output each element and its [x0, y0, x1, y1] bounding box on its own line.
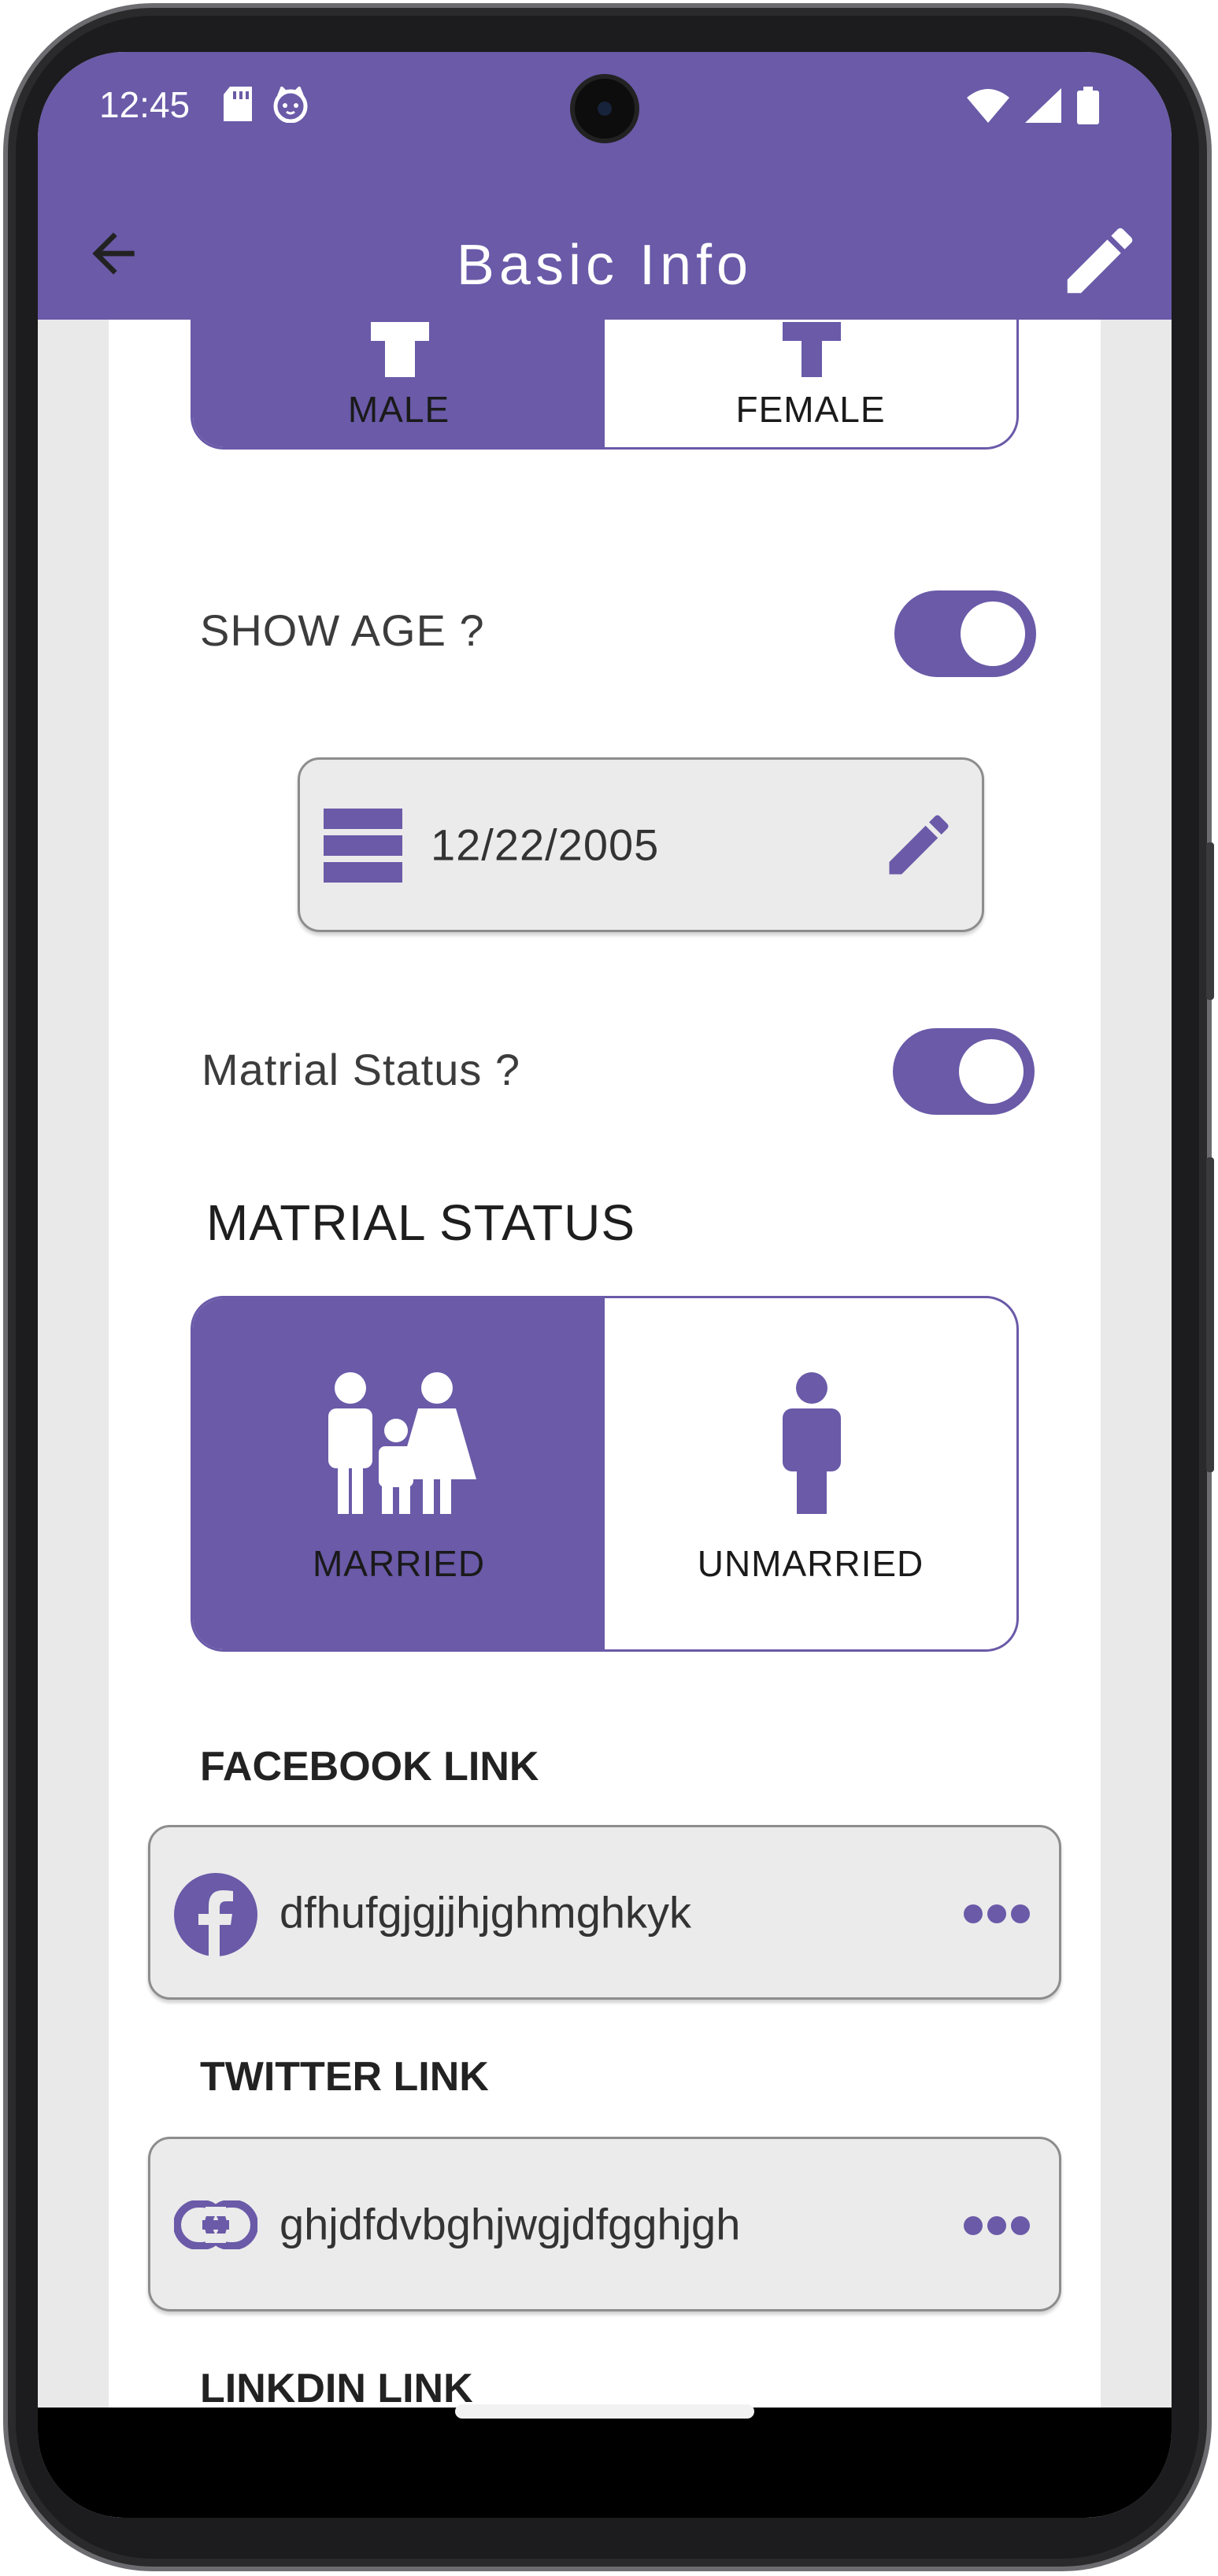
- linkedin-link-heading: LINKDIN LINK: [200, 2366, 473, 2411]
- gender-option-label: MALE: [347, 389, 450, 430]
- marital-option-married[interactable]: MARRIED: [193, 1298, 605, 1649]
- power-button: [1206, 842, 1214, 1000]
- marital-status-switch[interactable]: [893, 1028, 1035, 1115]
- facebook-link-heading: FACEBOOK LINK: [200, 1744, 539, 1790]
- edit-pencil-icon[interactable]: [879, 805, 958, 884]
- link-icon: [174, 2200, 257, 2249]
- gender-option-male[interactable]: MALE: [193, 320, 605, 447]
- switch-knob: [959, 1039, 1024, 1104]
- basic-info-form[interactable]: MALE FEMALE SHOW AGE ? 12/22/2005 Matria…: [109, 320, 1101, 2518]
- status-notification-icons: [224, 87, 309, 123]
- twitter-link-value: ghjdfdvbghjwgjdfgghjgh: [280, 2199, 741, 2249]
- facebook-link-value: dfhufgjgjjhjghmghkyk: [280, 1887, 691, 1938]
- switch-knob: [961, 601, 1025, 666]
- cat-face-icon: [273, 87, 308, 123]
- status-system-icons: [967, 87, 1099, 124]
- marital-status-toggle-label: Matrial Status ?: [202, 1045, 521, 1094]
- home-gesture-handle[interactable]: [455, 2404, 754, 2419]
- family-icon: [328, 1372, 476, 1514]
- gender-selector: MALE FEMALE: [191, 320, 1019, 450]
- cellular-signal-icon: [1025, 88, 1061, 123]
- status-time: 12:45: [99, 84, 191, 125]
- edit-button[interactable]: [1057, 217, 1143, 304]
- twitter-link-field[interactable]: ghjdfdvbghjwgjdfgghjgh: [148, 2137, 1061, 2311]
- show-age-switch[interactable]: [894, 590, 1036, 677]
- page-title: Basic Info: [456, 234, 753, 297]
- battery-icon: [1077, 87, 1099, 124]
- twitter-link-heading: TWITTER LINK: [200, 2054, 489, 2100]
- front-camera: [570, 74, 639, 143]
- sd-card-icon: [224, 87, 252, 121]
- show-age-label: SHOW AGE ?: [200, 605, 485, 655]
- marital-status-heading: MATRIAL STATUS: [206, 1194, 635, 1251]
- more-horiz-icon[interactable]: [963, 1903, 1031, 1925]
- gender-option-female[interactable]: FEMALE: [605, 320, 1016, 447]
- birthdate-value: 12/22/2005: [431, 820, 660, 870]
- facebook-link-field[interactable]: dfhufgjgjjhjghmghkyk: [148, 1825, 1061, 2000]
- more-horiz-icon[interactable]: [963, 2215, 1031, 2237]
- system-navigation-bar: [38, 2408, 1172, 2518]
- marital-option-unmarried[interactable]: UNMARRIED: [605, 1298, 1016, 1649]
- app-bar: 12:45 Basic Info: [38, 52, 1172, 320]
- person-icon: [783, 1372, 841, 1514]
- edit-pencil-icon: [1067, 228, 1133, 294]
- facebook-icon: [174, 1873, 257, 1956]
- screen: 12:45 Basic Info MALE FEMALE SHOW AGE ? …: [38, 52, 1172, 2518]
- female-person-icon: [783, 322, 841, 377]
- phone-frame: 12:45 Basic Info MALE FEMALE SHOW AGE ? …: [0, 0, 1218, 2576]
- marital-option-label: UNMARRIED: [697, 1543, 924, 1584]
- marital-status-selector: MARRIED UNMARRIED: [191, 1296, 1019, 1652]
- volume-button: [1206, 1157, 1214, 1472]
- gender-option-label: FEMALE: [735, 389, 886, 430]
- birthdate-field[interactable]: 12/22/2005: [298, 757, 984, 932]
- wifi-icon: [967, 89, 1009, 123]
- marital-option-label: MARRIED: [312, 1543, 486, 1584]
- calendar-icon: [324, 809, 402, 883]
- male-person-icon: [371, 322, 429, 377]
